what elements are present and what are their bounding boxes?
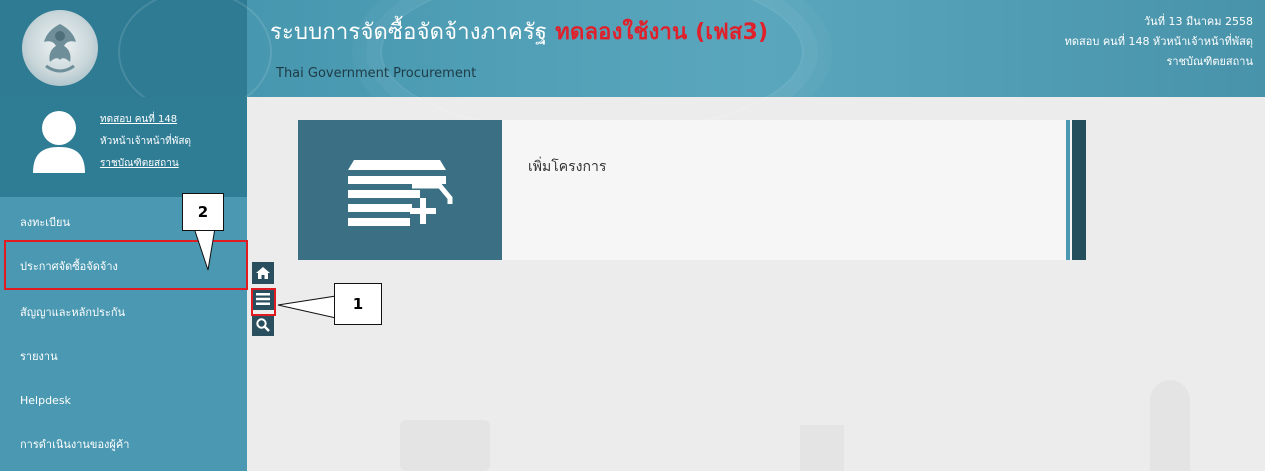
callout-2: 2 [182, 193, 224, 231]
callout-pointers [191, 221, 337, 319]
callout-1: 1 [334, 283, 382, 325]
app-window: ระบบการจัดซื้อจัดจ้างภาครัฐ ทดลองใช้งาน (… [0, 0, 1265, 471]
